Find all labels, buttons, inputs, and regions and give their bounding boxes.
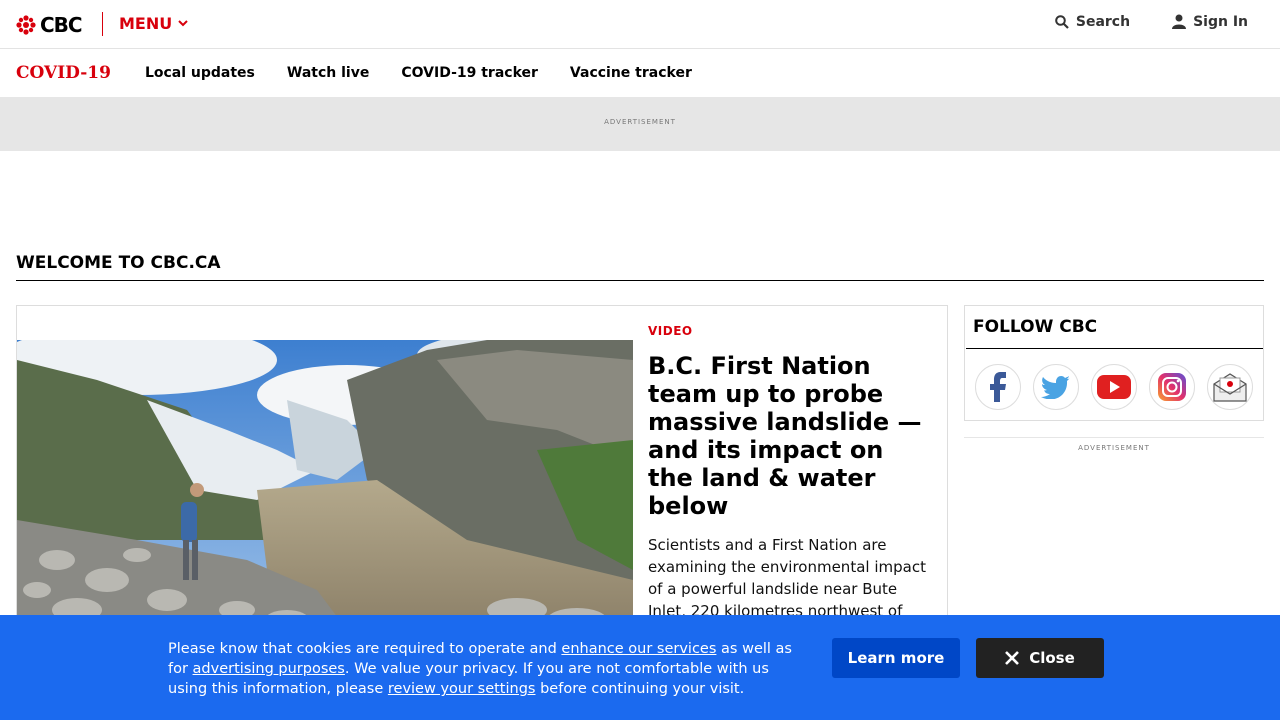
close-label: Close — [1029, 649, 1075, 667]
follow-cbc-box: FOLLOW CBC — [964, 305, 1264, 421]
covid-subnav: COVID-19 Local updates Watch live COVID-… — [0, 49, 1280, 97]
subnav-vaccine-tracker[interactable]: Vaccine tracker — [570, 65, 692, 81]
cookie-banner: Please know that cookies are required to… — [0, 615, 1280, 720]
close-button[interactable]: Close — [976, 638, 1104, 678]
logo-divider — [102, 12, 103, 36]
search-button[interactable]: Search — [1055, 14, 1130, 30]
landslide-photo — [17, 340, 633, 630]
sidebar-ad-label: ADVERTISEMENT — [1078, 444, 1150, 452]
welcome-title: WELCOME TO CBC.CA — [16, 253, 221, 273]
subnav-covid-tracker[interactable]: COVID-19 tracker — [401, 65, 538, 81]
sign-in-button[interactable]: Sign In — [1172, 14, 1248, 30]
covid-section-title[interactable]: COVID-19 — [16, 63, 111, 83]
top-ad-band: ADVERTISEMENT — [0, 97, 1280, 151]
instagram-icon[interactable] — [1149, 364, 1195, 410]
welcome-heading-bar: WELCOME TO CBC.CA — [16, 253, 1264, 281]
subnav-local-updates[interactable]: Local updates — [145, 65, 255, 81]
logo-wordmark: CBC — [40, 13, 83, 37]
search-icon — [1055, 15, 1069, 29]
twitter-icon[interactable] — [1033, 364, 1079, 410]
feature-story-card[interactable]: VIDEO B.C. First Nation team up to probe… — [16, 305, 948, 635]
menu-label: MENU — [119, 14, 173, 33]
close-icon — [1005, 651, 1020, 665]
learn-more-label: Learn more — [847, 649, 945, 667]
cbc-logo[interactable]: CBC — [16, 13, 83, 37]
review-settings-link[interactable]: review your settings — [388, 681, 536, 697]
advertising-purposes-link[interactable]: advertising purposes — [193, 661, 345, 677]
feature-headline[interactable]: B.C. First Nation team up to probe massi… — [648, 352, 934, 520]
user-icon — [1172, 14, 1187, 29]
cookie-text-1: Please know that cookies are required to… — [168, 641, 562, 657]
ad-label: ADVERTISEMENT — [604, 118, 676, 126]
menu-button[interactable]: MENU — [119, 14, 188, 33]
sign-in-label: Sign In — [1193, 14, 1248, 30]
follow-divider — [966, 348, 1263, 349]
cookie-text-4: before continuing your visit. — [535, 681, 745, 697]
youtube-icon[interactable] — [1091, 364, 1137, 410]
newsletter-icon[interactable] — [1207, 364, 1253, 410]
chevron-down-icon — [178, 20, 188, 27]
feature-text: VIDEO B.C. First Nation team up to probe… — [648, 324, 934, 634]
follow-title: FOLLOW CBC — [973, 317, 1098, 337]
subnav-watch-live[interactable]: Watch live — [287, 65, 369, 81]
video-tag: VIDEO — [648, 324, 693, 338]
cbc-gem-icon — [16, 15, 36, 35]
top-bar: CBC MENU Search Sign In — [0, 0, 1280, 49]
cookie-message: Please know that cookies are required to… — [168, 639, 808, 699]
enhance-services-link[interactable]: enhance our services — [561, 641, 716, 657]
learn-more-button[interactable]: Learn more — [832, 638, 960, 678]
sidebar-ad-divider — [964, 437, 1264, 438]
feature-image[interactable] — [17, 340, 633, 630]
search-label: Search — [1075, 14, 1131, 30]
facebook-icon[interactable] — [975, 364, 1021, 410]
